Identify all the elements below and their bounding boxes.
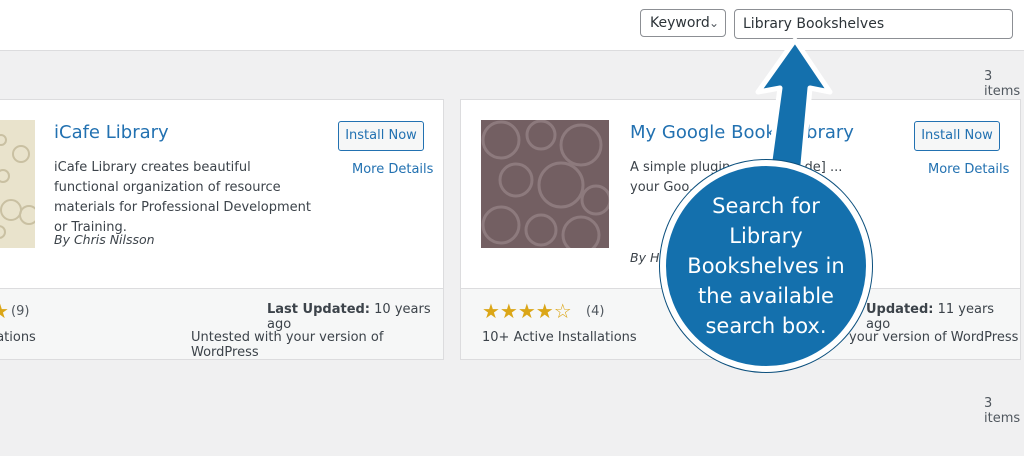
- search-type-select[interactable]: Keyword ⌄: [640, 9, 726, 37]
- plugin-author: By Chris Nilsson: [54, 232, 155, 247]
- rating-count: (9): [11, 304, 30, 319]
- search-toolbar: Keyword ⌄: [0, 0, 1024, 51]
- plugin-description: iCafe Library creates beautiful function…: [54, 160, 311, 235]
- more-details-link[interactable]: More Details: [352, 162, 433, 177]
- chevron-down-icon: ⌄: [708, 16, 719, 30]
- plugin-thumbnail: [481, 120, 609, 248]
- active-installs: 10+ Active Installations: [482, 330, 637, 345]
- compatibility: your version of WordPress: [849, 330, 1019, 345]
- install-now-button[interactable]: Install Now: [338, 121, 424, 151]
- rating-stars: ★★★★☆: [482, 299, 572, 323]
- compatibility: Untested with your version of WordPress: [191, 330, 384, 360]
- plugin-thumbnail: [0, 120, 35, 248]
- active-installs: allations: [0, 330, 36, 345]
- items-count: 3 items: [984, 396, 1021, 426]
- last-updated: Updated: 11 years ago: [866, 302, 1020, 332]
- search-type-value: Keyword: [650, 15, 710, 31]
- more-details-link[interactable]: More Details: [928, 162, 1009, 177]
- callout-text: Search for Library Bookshelves in the av…: [687, 194, 845, 338]
- annotation-callout: Search for Library Bookshelves in the av…: [660, 160, 872, 372]
- items-count: 3 items: [984, 69, 1021, 99]
- plugin-card: iCafe Library iCafe Library creates beau…: [0, 99, 444, 360]
- plugin-name[interactable]: iCafe Library: [54, 122, 169, 143]
- last-updated: Last Updated: 10 years ago: [267, 302, 443, 332]
- last-updated-label: Last Updated:: [267, 302, 371, 317]
- rating-stars: ★: [0, 299, 9, 323]
- last-updated-label: Updated:: [866, 302, 934, 317]
- rating-count: (4): [586, 304, 605, 319]
- annotation-arrow-icon: [755, 37, 833, 178]
- install-now-button[interactable]: Install Now: [914, 121, 1000, 151]
